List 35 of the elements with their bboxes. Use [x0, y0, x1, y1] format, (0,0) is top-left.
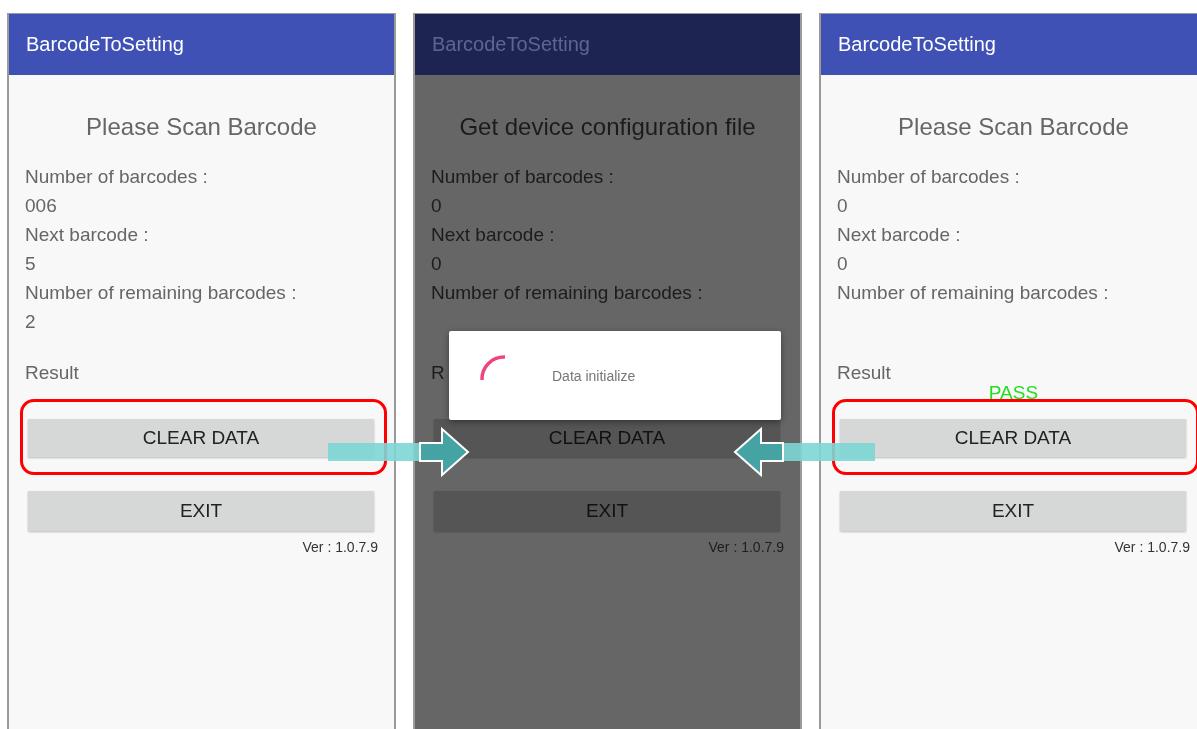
screen-heading: Get device configuration file	[459, 113, 756, 140]
field-label: Number of barcodes :	[25, 166, 208, 187]
field-label: Number of remaining barcodes :	[431, 282, 703, 303]
version-label: Ver : 1.0.7.9	[708, 539, 784, 555]
result-label: Result	[25, 362, 79, 383]
spinner-icon	[478, 352, 508, 383]
field-label: Next barcode :	[837, 224, 961, 245]
result-value: PASS	[988, 382, 1039, 403]
screen-heading: Please Scan Barcode	[898, 113, 1129, 140]
field-value: 5	[25, 253, 36, 274]
field-label: Next barcode :	[431, 224, 555, 245]
app-bar-title: BarcodeToSetting	[838, 33, 996, 56]
app-bar-title: BarcodeToSetting	[432, 33, 590, 56]
result-label: Result	[837, 362, 891, 383]
exit-button[interactable]: EXIT	[28, 491, 374, 531]
field-value: 006	[25, 195, 57, 216]
exit-button[interactable]: EXIT	[840, 491, 1186, 531]
field-label: Next barcode :	[25, 224, 149, 245]
field-value: 0	[431, 253, 442, 274]
field-label: Number of barcodes :	[431, 166, 614, 187]
screen-heading: Please Scan Barcode	[86, 113, 317, 140]
field-value: 0	[837, 253, 848, 274]
result-label: R	[431, 362, 445, 383]
clear-data-button[interactable]: CLEAR DATA	[28, 419, 374, 457]
version-label: Ver : 1.0.7.9	[302, 539, 378, 555]
dialog-message: Data initialize	[552, 367, 636, 384]
field-value: 2	[25, 311, 36, 332]
field-label: Number of barcodes :	[837, 166, 1020, 187]
field-value: 0	[837, 195, 848, 216]
clear-data-button[interactable]: CLEAR DATA	[840, 419, 1186, 457]
field-value: 0	[431, 195, 442, 216]
version-label: Ver : 1.0.7.9	[1114, 539, 1190, 555]
field-label: Number of remaining barcodes :	[837, 282, 1109, 303]
app-bar-title: BarcodeToSetting	[26, 33, 184, 56]
field-label: Number of remaining barcodes :	[25, 282, 297, 303]
